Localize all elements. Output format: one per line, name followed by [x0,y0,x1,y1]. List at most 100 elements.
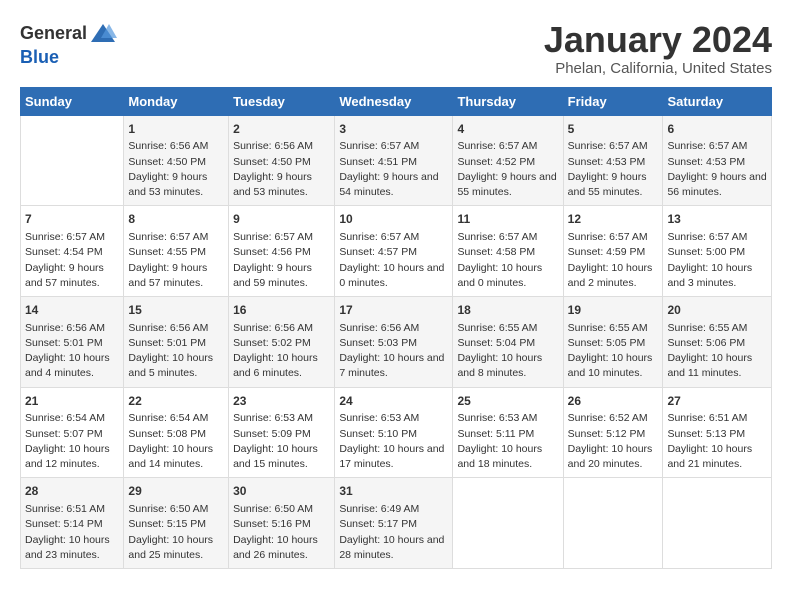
week-row-5: 28 Sunrise: 6:51 AMSunset: 5:14 PMDayligh… [21,478,772,569]
day-cell: 29 Sunrise: 6:50 AMSunset: 5:15 PMDayligh… [124,478,229,569]
header: General Blue January 2024 Phelan, Califo… [20,20,772,77]
day-info: Sunrise: 6:54 AMSunset: 5:07 PMDaylight:… [25,411,119,472]
day-cell: 5Sunrise: 6:57 AMSunset: 4:53 PMDaylight… [563,115,663,206]
week-row-4: 21Sunrise: 6:54 AMSunset: 5:07 PMDayligh… [21,387,772,478]
day-cell [21,115,124,206]
day-number: 10 [339,211,448,228]
day-info: Sunrise: 6:56 AMSunset: 4:50 PMDaylight:… [233,139,330,200]
header-row: SundayMondayTuesdayWednesdayThursdayFrid… [21,87,772,115]
logo-general: General [20,24,87,44]
day-cell: 22Sunrise: 6:54 AMSunset: 5:08 PMDayligh… [124,387,229,478]
header-wednesday: Wednesday [335,87,453,115]
day-info: Sunrise: 6:56 AMSunset: 4:50 PMDaylight:… [128,139,224,200]
day-number: 2 [233,121,330,138]
day-number: 24 [339,393,448,410]
day-info: Sunrise: 6:53 AMSunset: 5:11 PMDaylight:… [457,411,558,472]
day-number: 9 [233,211,330,228]
day-number: 5 [568,121,659,138]
day-info: Sunrise: 6:55 AMSunset: 5:05 PMDaylight:… [568,321,659,382]
day-number: 15 [128,302,224,319]
day-number: 11 [457,211,558,228]
day-cell: 23Sunrise: 6:53 AMSunset: 5:09 PMDayligh… [229,387,335,478]
header-tuesday: Tuesday [229,87,335,115]
day-cell: 3Sunrise: 6:57 AMSunset: 4:51 PMDaylight… [335,115,453,206]
day-info: Sunrise: 6:51 AMSunset: 5:14 PMDaylight:… [25,502,119,563]
day-cell [663,478,772,569]
day-number: 26 [568,393,659,410]
day-info: Sunrise: 6:51 AMSunset: 5:13 PMDaylight:… [667,411,767,472]
day-info: Sunrise: 6:57 AMSunset: 4:54 PMDaylight:… [25,230,119,291]
day-info: Sunrise: 6:53 AMSunset: 5:09 PMDaylight:… [233,411,330,472]
day-cell: 17 Sunrise: 6:56 AMSunset: 5:03 PMDayligh… [335,296,453,387]
day-cell: 14Sunrise: 6:56 AMSunset: 5:01 PMDayligh… [21,296,124,387]
day-number: 23 [233,393,330,410]
logo-icon [89,20,117,48]
day-info: Sunrise: 6:57 AMSunset: 4:57 PMDaylight:… [339,230,448,291]
day-info: Sunrise: 6:52 AMSunset: 5:12 PMDaylight:… [568,411,659,472]
header-thursday: Thursday [453,87,563,115]
day-cell: 31 Sunrise: 6:49 AMSunset: 5:17 PMDayligh… [335,478,453,569]
day-number: 8 [128,211,224,228]
day-cell: 10 Sunrise: 6:57 AMSunset: 4:57 PMDayligh… [335,206,453,297]
day-number: 17 [339,302,448,319]
day-info: Sunrise: 6:57 AMSunset: 4:58 PMDaylight:… [457,230,558,291]
day-cell: 8Sunrise: 6:57 AMSunset: 4:55 PMDaylight… [124,206,229,297]
day-info: Sunrise: 6:50 AMSunset: 5:16 PMDaylight:… [233,502,330,563]
day-number: 31 [339,483,448,500]
day-number: 4 [457,121,558,138]
day-info: Sunrise: 6:55 AMSunset: 5:06 PMDaylight:… [667,321,767,382]
day-cell [563,478,663,569]
day-number: 25 [457,393,558,410]
day-info: Sunrise: 6:49 AMSunset: 5:17 PMDaylight:… [339,502,448,563]
day-info: Sunrise: 6:57 AMSunset: 4:52 PMDaylight:… [457,139,558,200]
day-number: 18 [457,302,558,319]
logo: General Blue [20,20,117,68]
day-info: Sunrise: 6:57 AMSunset: 4:53 PMDaylight:… [667,139,767,200]
week-row-1: 1Sunrise: 6:56 AMSunset: 4:50 PMDaylight… [21,115,772,206]
header-saturday: Saturday [663,87,772,115]
day-cell: 1Sunrise: 6:56 AMSunset: 4:50 PMDaylight… [124,115,229,206]
day-number: 12 [568,211,659,228]
month-title: January 2024 [544,20,772,60]
day-cell: 18 Sunrise: 6:55 AMSunset: 5:04 PMDayligh… [453,296,563,387]
day-number: 21 [25,393,119,410]
title-area: January 2024 Phelan, California, United … [544,20,772,77]
day-info: Sunrise: 6:57 AMSunset: 4:53 PMDaylight:… [568,139,659,200]
day-number: 16 [233,302,330,319]
day-cell [453,478,563,569]
day-number: 1 [128,121,224,138]
day-info: Sunrise: 6:56 AMSunset: 5:02 PMDaylight:… [233,321,330,382]
header-friday: Friday [563,87,663,115]
day-number: 3 [339,121,448,138]
day-cell: 11 Sunrise: 6:57 AMSunset: 4:58 PMDayligh… [453,206,563,297]
day-cell: 6Sunrise: 6:57 AMSunset: 4:53 PMDaylight… [663,115,772,206]
day-cell: 4Sunrise: 6:57 AMSunset: 4:52 PMDaylight… [453,115,563,206]
day-info: Sunrise: 6:57 AMSunset: 4:59 PMDaylight:… [568,230,659,291]
header-monday: Monday [124,87,229,115]
day-cell: 20 Sunrise: 6:55 AMSunset: 5:06 PMDayligh… [663,296,772,387]
day-number: 30 [233,483,330,500]
day-info: Sunrise: 6:53 AMSunset: 5:10 PMDaylight:… [339,411,448,472]
day-number: 28 [25,483,119,500]
day-cell: 26Sunrise: 6:52 AMSunset: 5:12 PMDayligh… [563,387,663,478]
day-number: 29 [128,483,224,500]
day-number: 6 [667,121,767,138]
day-info: Sunrise: 6:57 AMSunset: 4:56 PMDaylight:… [233,230,330,291]
day-cell: 15 Sunrise: 6:56 AMSunset: 5:01 PMDayligh… [124,296,229,387]
day-number: 19 [568,302,659,319]
day-info: Sunrise: 6:56 AMSunset: 5:01 PMDaylight:… [128,321,224,382]
calendar-table: SundayMondayTuesdayWednesdayThursdayFrid… [20,87,772,569]
day-cell: 7Sunrise: 6:57 AMSunset: 4:54 PMDaylight… [21,206,124,297]
day-cell: 16 Sunrise: 6:56 AMSunset: 5:02 PMDayligh… [229,296,335,387]
day-cell: 30 Sunrise: 6:50 AMSunset: 5:16 PMDayligh… [229,478,335,569]
day-cell: 12 Sunrise: 6:57 AMSunset: 4:59 PMDayligh… [563,206,663,297]
day-info: Sunrise: 6:55 AMSunset: 5:04 PMDaylight:… [457,321,558,382]
day-number: 27 [667,393,767,410]
day-number: 20 [667,302,767,319]
week-row-2: 7Sunrise: 6:57 AMSunset: 4:54 PMDaylight… [21,206,772,297]
day-cell: 21Sunrise: 6:54 AMSunset: 5:07 PMDayligh… [21,387,124,478]
day-number: 13 [667,211,767,228]
day-info: Sunrise: 6:50 AMSunset: 5:15 PMDaylight:… [128,502,224,563]
day-info: Sunrise: 6:56 AMSunset: 5:03 PMDaylight:… [339,321,448,382]
day-cell: 28 Sunrise: 6:51 AMSunset: 5:14 PMDayligh… [21,478,124,569]
